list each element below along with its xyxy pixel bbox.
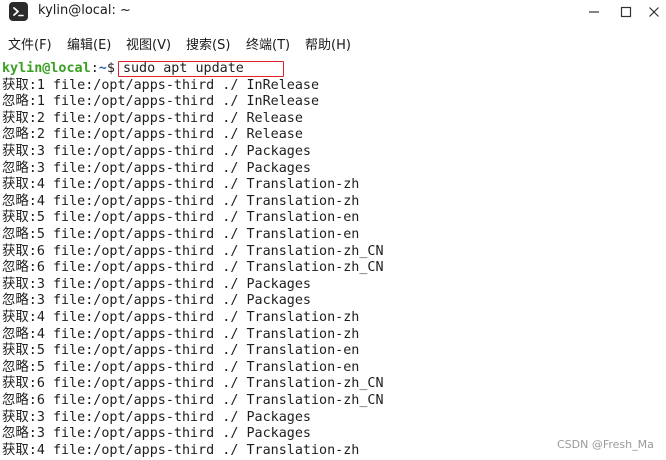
output-line: 获取:4 file:/opt/apps-third ./ Translation… bbox=[2, 442, 360, 458]
menu-view[interactable]: 视图(V) bbox=[126, 34, 171, 53]
output-line: 获取:4 file:/opt/apps-third ./ Translation… bbox=[2, 177, 360, 193]
terminal-window: kylin@local: ~ 文件(F) 编辑(E) 视图(V) 搜索(S) 终… bbox=[0, 0, 666, 460]
title-bar[interactable]: kylin@local: ~ bbox=[0, 0, 666, 26]
output-line: 获取:4 file:/opt/apps-third ./ Translation… bbox=[2, 310, 360, 325]
output-line: 获取:5 file:/opt/apps-third ./ Translation… bbox=[2, 343, 360, 359]
output-line: 忽略:1 file:/opt/apps-third ./ InRelease bbox=[2, 94, 320, 110]
minimize-button[interactable] bbox=[580, 0, 608, 24]
output-line: 获取:3 file:/opt/apps-third ./ Packages bbox=[2, 409, 311, 425]
menu-bar: 文件(F) 编辑(E) 视图(V) 搜索(S) 终端(T) 帮助(H) bbox=[0, 29, 666, 57]
prompt-path: ~ bbox=[98, 61, 107, 76]
output-line: 获取:2 file:/opt/apps-third ./ Release bbox=[2, 110, 303, 126]
output-line: 忽略:3 file:/opt/apps-third ./ Packages bbox=[2, 160, 311, 176]
prompt-user-host: kylin@local bbox=[2, 61, 91, 76]
minimize-icon bbox=[589, 11, 599, 13]
terminal-output[interactable]: kylin@local:~$ sudo apt update 获取:1 file… bbox=[0, 60, 666, 460]
output-line: 忽略:5 file:/opt/apps-third ./ Translation… bbox=[2, 227, 360, 242]
maximize-button[interactable] bbox=[612, 0, 640, 24]
prompt-separator: : bbox=[90, 61, 99, 76]
watermark: CSDN @Fresh_Ma bbox=[557, 438, 654, 451]
close-button[interactable] bbox=[640, 0, 666, 24]
menu-terminal[interactable]: 终端(T) bbox=[246, 34, 290, 53]
command-highlight-box bbox=[118, 61, 284, 77]
output-line: 获取:1 file:/opt/apps-third ./ InRelease bbox=[2, 77, 320, 93]
output-line: 忽略:2 file:/opt/apps-third ./ Release bbox=[2, 127, 303, 143]
menu-edit[interactable]: 编辑(E) bbox=[67, 34, 111, 53]
output-line: 忽略:3 file:/opt/apps-third ./ Packages bbox=[2, 293, 311, 309]
maximize-icon bbox=[620, 6, 632, 18]
output-line: 获取:6 file:/opt/apps-third ./ Translation… bbox=[2, 243, 384, 259]
output-line: 获取:3 file:/opt/apps-third ./ Packages bbox=[2, 144, 311, 159]
output-line: 忽略:4 file:/opt/apps-third ./ Translation… bbox=[2, 326, 360, 342]
output-line: 忽略:6 file:/opt/apps-third ./ Translation… bbox=[2, 260, 384, 276]
terminal-icon bbox=[9, 2, 28, 21]
scrollbar[interactable] bbox=[660, 62, 664, 442]
close-icon bbox=[649, 7, 659, 17]
output-line: 忽略:5 file:/opt/apps-third ./ Translation… bbox=[2, 359, 360, 375]
output-line: 获取:6 file:/opt/apps-third ./ Translation… bbox=[2, 376, 384, 392]
output-line: 获取:5 file:/opt/apps-third ./ Translation… bbox=[2, 210, 360, 226]
menu-search[interactable]: 搜索(S) bbox=[186, 34, 230, 53]
window-title: kylin@local: ~ bbox=[38, 3, 131, 18]
menu-help[interactable]: 帮助(H) bbox=[305, 34, 351, 53]
output-line: 忽略:6 file:/opt/apps-third ./ Translation… bbox=[2, 393, 384, 408]
output-line: 忽略:3 file:/opt/apps-third ./ Packages bbox=[2, 426, 311, 442]
output-line: 获取:3 file:/opt/apps-third ./ Packages bbox=[2, 276, 311, 292]
menu-file[interactable]: 文件(F) bbox=[8, 34, 52, 53]
output-line: 忽略:4 file:/opt/apps-third ./ Translation… bbox=[2, 193, 360, 209]
